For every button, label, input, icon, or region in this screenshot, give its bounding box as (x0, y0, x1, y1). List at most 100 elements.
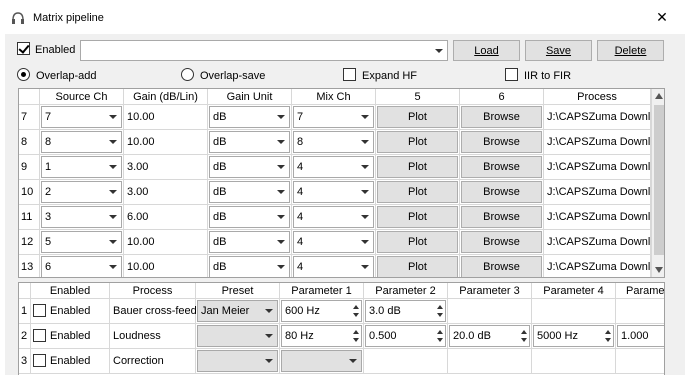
enabled-cell[interactable]: Enabled (31, 299, 110, 324)
spin-buttons[interactable] (519, 326, 529, 346)
matrix-cell[interactable]: 8 (40, 130, 124, 155)
matrix-cell[interactable]: Plot (376, 255, 460, 277)
matrix-cell[interactable]: Plot (376, 105, 460, 130)
gain-unit-select[interactable]: dB (209, 156, 290, 178)
checkbox-icon[interactable] (33, 304, 46, 317)
plot-button[interactable]: Plot (377, 131, 458, 153)
parameter-cell[interactable]: 600 Hz (280, 299, 364, 324)
proc-column-header[interactable]: Parameter 1 (280, 283, 364, 299)
matrix-cell[interactable]: 4 (292, 205, 376, 230)
matrix-cell[interactable]: J:\CAPSZuma Downl... (544, 230, 659, 255)
plot-button[interactable]: Plot (377, 206, 458, 228)
matrix-cell[interactable]: Browse (460, 130, 544, 155)
enabled-cell[interactable]: Enabled (31, 349, 110, 374)
matrix-cell[interactable]: Plot (376, 155, 460, 180)
parameter-spinbox[interactable]: 5000 Hz (533, 325, 614, 347)
checkbox-icon[interactable] (33, 329, 46, 342)
scrollbar-thumb[interactable] (654, 105, 664, 255)
browse-button[interactable]: Browse (461, 206, 542, 228)
process-cell[interactable]: Correction (110, 349, 196, 374)
matrix-cell[interactable]: 2 (40, 180, 124, 205)
gain-unit-select[interactable]: dB (209, 181, 290, 203)
parameter-cell[interactable]: 1.000 (616, 324, 664, 349)
matrix-cell[interactable]: Browse (460, 105, 544, 130)
overlap-save-radio[interactable] (181, 68, 194, 81)
browse-button[interactable]: Browse (461, 156, 542, 178)
matrix-column-header[interactable]: Mix Ch (292, 89, 376, 105)
parameter-cell[interactable] (616, 299, 664, 324)
process-cell[interactable]: Loudness (110, 324, 196, 349)
overlap-add-radio[interactable] (17, 68, 30, 81)
preset-select[interactable] (197, 350, 278, 372)
parameter-cell[interactable] (448, 349, 532, 374)
spin-down-icon[interactable] (521, 338, 527, 342)
matrix-column-header[interactable]: Gain Unit (208, 89, 292, 105)
preset-select[interactable] (197, 325, 278, 347)
matrix-cell[interactable]: 10.00 (124, 105, 208, 130)
matrix-column-header[interactable]: Gain (dB/Lin) (124, 89, 208, 105)
gain-unit-select[interactable]: dB (209, 206, 290, 228)
proc-column-header[interactable]: Preset (196, 283, 280, 299)
mix-ch-select[interactable]: 4 (293, 181, 374, 203)
spin-down-icon[interactable] (437, 313, 443, 317)
parameter-cell[interactable] (532, 349, 616, 374)
matrix-cell[interactable]: Plot (376, 130, 460, 155)
matrix-column-header[interactable]: 6 (460, 89, 544, 105)
matrix-cell[interactable]: J:\CAPSZuma Downl... (544, 205, 659, 230)
mix-ch-select[interactable]: 4 (293, 231, 374, 253)
matrix-cell[interactable]: 10.00 (124, 230, 208, 255)
source-ch-select[interactable]: 7 (41, 106, 122, 128)
mix-ch-select[interactable]: 7 (293, 106, 374, 128)
parameter-spinbox[interactable]: 1.000 (617, 325, 664, 347)
matrix-cell[interactable]: 4 (292, 255, 376, 277)
scroll-up-icon[interactable] (655, 93, 663, 99)
gain-unit-select[interactable]: dB (209, 106, 290, 128)
matrix-cell[interactable]: dB (208, 130, 292, 155)
plot-button[interactable]: Plot (377, 256, 458, 277)
proc-column-header[interactable]: Parame (616, 283, 664, 299)
parameter-spinbox[interactable]: 0.500 (365, 325, 446, 347)
parameter-cell[interactable] (532, 299, 616, 324)
matrix-cell[interactable]: Browse (460, 230, 544, 255)
proc-column-header[interactable]: Process (110, 283, 196, 299)
spin-down-icon[interactable] (353, 313, 359, 317)
matrix-column-header[interactable]: 5 (376, 89, 460, 105)
matrix-cell[interactable]: 10.00 (124, 255, 208, 277)
matrix-cell[interactable]: 1 (40, 155, 124, 180)
matrix-scrollbar[interactable] (651, 89, 664, 277)
spin-down-icon[interactable] (353, 338, 359, 342)
matrix-cell[interactable]: 4 (292, 155, 376, 180)
browse-button[interactable]: Browse (461, 256, 542, 277)
source-ch-select[interactable]: 2 (41, 181, 122, 203)
spin-buttons[interactable] (603, 326, 613, 346)
spin-up-icon[interactable] (521, 330, 527, 334)
source-ch-select[interactable]: 5 (41, 231, 122, 253)
process-cell[interactable]: Bauer cross-feed (110, 299, 197, 324)
parameter-cell[interactable] (448, 299, 532, 324)
matrix-cell[interactable]: J:\CAPSZuma Downl... (544, 255, 659, 277)
spin-up-icon[interactable] (437, 305, 443, 309)
parameter-cell[interactable]: 80 Hz (280, 324, 364, 349)
matrix-cell[interactable]: 3.00 (124, 180, 208, 205)
preset-select[interactable]: Jan Meier (197, 300, 278, 322)
pipeline-path-combo[interactable] (80, 40, 448, 61)
browse-button[interactable]: Browse (461, 181, 542, 203)
parameter-cell[interactable]: 20.0 dB (448, 324, 532, 349)
gain-unit-select[interactable]: dB (209, 256, 290, 277)
matrix-cell[interactable]: J:\CAPSZuma Downl... (544, 105, 659, 130)
plot-button[interactable]: Plot (377, 231, 458, 253)
matrix-column-header[interactable]: Process (544, 89, 651, 105)
mix-ch-select[interactable]: 4 (293, 256, 374, 277)
parameter-spinbox[interactable]: 20.0 dB (449, 325, 530, 347)
parameter-cell[interactable]: 3.0 dB (364, 299, 448, 324)
delete-button[interactable]: Delete (597, 40, 664, 61)
matrix-cell[interactable]: Plot (376, 205, 460, 230)
iir-to-fir-checkbox[interactable] (505, 68, 518, 81)
source-ch-select[interactable]: 1 (41, 156, 122, 178)
source-ch-select[interactable]: 3 (41, 206, 122, 228)
parameter-cell[interactable] (616, 349, 664, 374)
spin-up-icon[interactable] (353, 305, 359, 309)
proc-column-header[interactable]: Parameter 4 (532, 283, 616, 299)
mix-ch-select[interactable]: 8 (293, 131, 374, 153)
scroll-down-icon[interactable] (655, 267, 663, 273)
